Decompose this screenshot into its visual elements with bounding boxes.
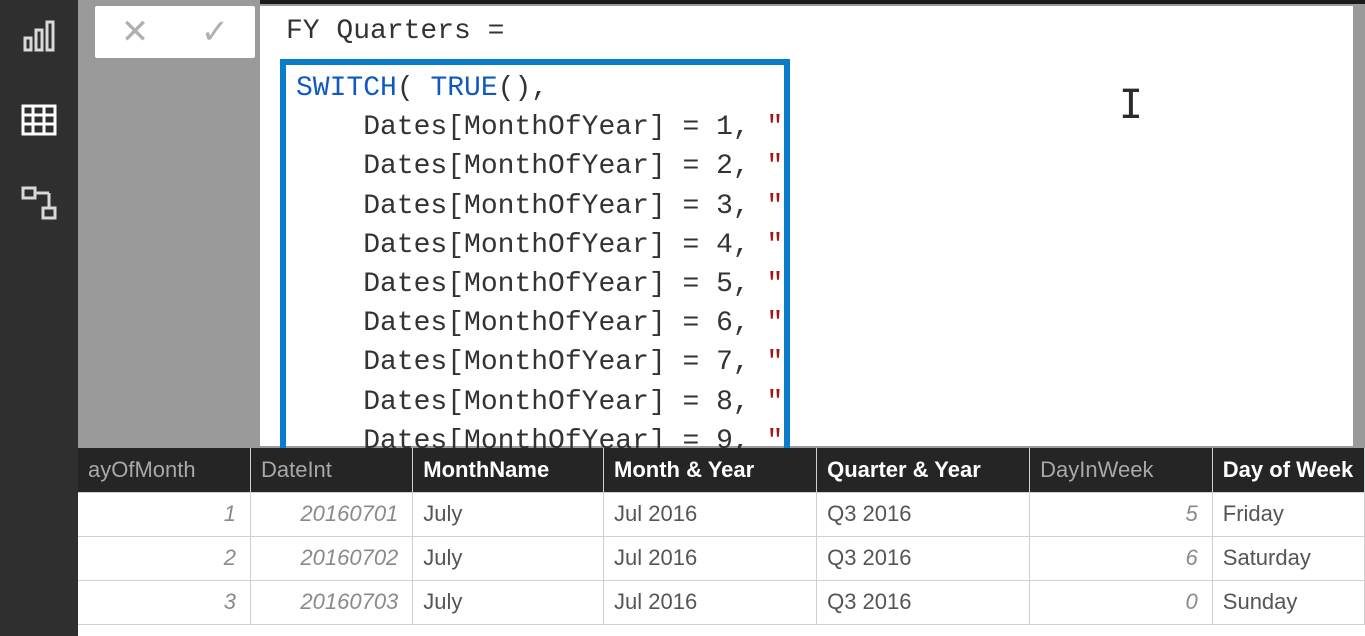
cell[interactable]: Q3 2016 [817, 492, 1030, 536]
model-view-icon[interactable] [15, 180, 63, 228]
cell[interactable]: 6 [1030, 536, 1213, 580]
table-row[interactable]: 1 20160701 July Jul 2016 Q3 2016 5 Frida… [78, 492, 1365, 536]
data-table[interactable]: ayOfMonth DateInt MonthName Month & Year… [78, 448, 1365, 636]
formula-editor[interactable]: FY Quarters = SWITCH( TRUE(), Dates[Mont… [260, 6, 1353, 446]
cell[interactable]: Jul 2016 [604, 492, 817, 536]
col-header[interactable]: ayOfMonth [78, 448, 250, 492]
cell[interactable]: Saturday [1212, 536, 1364, 580]
col-header[interactable]: DayInWeek [1030, 448, 1213, 492]
code-line: Dates[MonthOfYear] = 3, "Q3", [296, 187, 774, 226]
formula-first-line: FY Quarters = [280, 16, 1333, 59]
cell[interactable]: Jul 2016 [604, 536, 817, 580]
gutter [78, 0, 260, 448]
formula-highlight-box: SWITCH( TRUE(), Dates[MonthOfYear] = 1, … [280, 59, 790, 471]
code-line: Dates[MonthOfYear] = 6, "Q4", [296, 304, 774, 343]
cell[interactable]: Sunday [1212, 580, 1364, 624]
cell[interactable]: July [413, 580, 604, 624]
cell[interactable]: 5 [1030, 492, 1213, 536]
cell[interactable]: Jul 2016 [604, 580, 817, 624]
cell[interactable]: Q3 2016 [817, 536, 1030, 580]
cell[interactable]: 20160701 [250, 492, 412, 536]
cell[interactable]: 3 [78, 580, 250, 624]
col-header[interactable]: Day of Week [1212, 448, 1364, 492]
table-row[interactable]: 2 20160702 July Jul 2016 Q3 2016 6 Satur… [78, 536, 1365, 580]
code-line: Dates[MonthOfYear] = 8, "Q1", [296, 383, 774, 422]
cell[interactable]: 2 [78, 536, 250, 580]
col-header[interactable]: DateInt [250, 448, 412, 492]
data-view-icon[interactable] [15, 96, 63, 144]
cancel-button[interactable]: ✕ [121, 15, 150, 49]
cell[interactable]: 20160703 [250, 580, 412, 624]
table-row[interactable]: 3 20160703 July Jul 2016 Q3 2016 0 Sunda… [78, 580, 1365, 624]
view-rail [0, 0, 78, 636]
code-line: Dates[MonthOfYear] = 1, "Q3", [296, 108, 774, 147]
cell[interactable]: July [413, 492, 604, 536]
text-caret-icon: I [1119, 82, 1143, 128]
cell[interactable]: Friday [1212, 492, 1364, 536]
cell[interactable]: 20160702 [250, 536, 412, 580]
code-line: Dates[MonthOfYear] = 2, "Q3", [296, 147, 774, 186]
report-view-icon[interactable] [15, 12, 63, 60]
cell[interactable]: Q3 2016 [817, 580, 1030, 624]
accept-button[interactable]: ✓ [201, 15, 230, 49]
code-switch-line: SWITCH( TRUE(), [296, 69, 774, 108]
col-header[interactable]: Quarter & Year [817, 448, 1030, 492]
code-line: Dates[MonthOfYear] = 7, "Q1", [296, 343, 774, 382]
cell[interactable]: 1 [78, 492, 250, 536]
cell[interactable]: 0 [1030, 580, 1213, 624]
table-header: ayOfMonth DateInt MonthName Month & Year… [78, 448, 1365, 492]
code-line: Dates[MonthOfYear] = 5, "Q4", [296, 265, 774, 304]
cell[interactable]: July [413, 536, 604, 580]
code-line: Dates[MonthOfYear] = 4, "Q4", [296, 226, 774, 265]
col-header[interactable]: Month & Year [604, 448, 817, 492]
formula-commit-toolbar: ✕ ✓ [95, 6, 255, 58]
col-header[interactable]: MonthName [413, 448, 604, 492]
